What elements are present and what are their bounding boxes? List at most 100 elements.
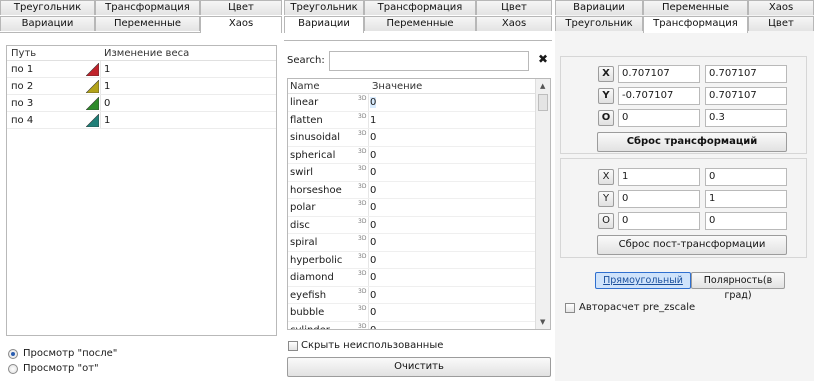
transform-o2-field[interactable]: 0.3	[705, 109, 787, 127]
variation-value[interactable]: 0	[370, 202, 376, 213]
post-o2-field[interactable]: 0	[705, 212, 787, 230]
variation-value[interactable]: 0	[370, 255, 376, 266]
column-divider	[368, 216, 369, 233]
tab-xaos[interactable]: Xaos	[200, 16, 282, 33]
transform-x1-field[interactable]: 0.707107	[618, 65, 700, 83]
post-o1-field[interactable]: 0	[618, 212, 700, 230]
search-input[interactable]	[329, 51, 529, 71]
table-row[interactable]: sinusoidal 3D 0	[288, 129, 550, 147]
tab-transform[interactable]: Трансформация	[364, 0, 476, 15]
table-row[interactable]: cylinder 3D 0	[288, 321, 550, 330]
row-weight[interactable]: 1	[104, 81, 110, 92]
variation-value[interactable]: 0	[370, 220, 376, 231]
tab-transform[interactable]: Трансформация	[95, 0, 200, 15]
scroll-thumb[interactable]	[538, 94, 548, 111]
table-row[interactable]: swirl 3D 0	[288, 164, 550, 182]
radio-view-from[interactable]: Просмотр "от"	[8, 363, 158, 375]
post-o-button[interactable]: O	[598, 213, 614, 229]
column-divider	[368, 111, 369, 128]
variations-table: Name Значение linear 3D 0 flatten 3D 1 sinusoi…	[287, 78, 551, 330]
y-button[interactable]: Y	[598, 88, 614, 104]
tab-xaos[interactable]: Xaos	[748, 0, 814, 15]
scroll-down-icon[interactable]: ▼	[540, 318, 545, 326]
post-y2-field[interactable]: 1	[705, 190, 787, 208]
radio-view-after[interactable]: Просмотр "после"	[8, 348, 158, 360]
row-weight[interactable]: 1	[104, 64, 110, 75]
post-x1-field[interactable]: 1	[618, 168, 700, 186]
clear-search-icon[interactable]: ✖	[537, 52, 549, 66]
post-x2-field[interactable]: 0	[705, 168, 787, 186]
table-row[interactable]: bubble 3D 0	[288, 304, 550, 322]
table-row[interactable]: по 4 1	[7, 112, 276, 129]
post-y-button[interactable]: Y	[598, 191, 614, 207]
variations-rows: linear 3D 0 flatten 3D 1 sinusoidal 3D 0 spherica…	[288, 94, 550, 330]
tab-variables[interactable]: Переменные	[364, 16, 476, 31]
tab-variations[interactable]: Вариации	[0, 16, 95, 31]
reset-transform-button[interactable]: Сброс трансформаций	[597, 132, 787, 152]
transform-y2-field[interactable]: 0.707107	[705, 87, 787, 105]
col-path: Путь	[11, 48, 37, 59]
clear-button[interactable]: Очистить	[287, 357, 551, 377]
tab-variations[interactable]: Вариации	[555, 0, 643, 15]
column-divider	[368, 94, 369, 111]
reset-post-transform-button[interactable]: Сброс пост-трансформации	[597, 235, 787, 255]
3d-badge: 3D	[358, 165, 367, 172]
tab-color[interactable]: Цвет	[200, 0, 282, 15]
hide-unused-checkbox[interactable]	[288, 341, 298, 351]
table-row[interactable]: hyperbolic 3D 0	[288, 251, 550, 269]
tab-color[interactable]: Цвет	[476, 0, 552, 15]
tab-row-top: Треугольник Трансформация Цвет	[284, 0, 552, 15]
transform-y1-field[interactable]: -0.707107	[618, 87, 700, 105]
transform-x2-field[interactable]: 0.707107	[705, 65, 787, 83]
table-row[interactable]: eyefish 3D 0	[288, 286, 550, 304]
variation-value[interactable]: 0	[370, 325, 376, 330]
post-y1-field[interactable]: 0	[618, 190, 700, 208]
table-row[interactable]: disc 3D 0	[288, 216, 550, 234]
o-button[interactable]: O	[598, 110, 614, 126]
variation-value[interactable]: 0	[370, 150, 376, 161]
table-row[interactable]: flatten 3D 1	[288, 111, 550, 129]
polar-mode-button[interactable]: Полярность(в град)	[691, 272, 785, 301]
variation-value[interactable]: 0	[370, 237, 376, 248]
variation-name: spiral	[290, 237, 318, 248]
auto-zscale-checkbox[interactable]	[565, 303, 575, 313]
scroll-up-icon[interactable]: ▲	[540, 82, 545, 90]
row-weight[interactable]: 0	[104, 98, 110, 109]
tab-triangle[interactable]: Треугольник	[555, 16, 643, 31]
table-row[interactable]: horseshoe 3D 0	[288, 181, 550, 199]
table-row[interactable]: по 2 1	[7, 78, 276, 95]
table-row[interactable]: по 3 0	[7, 95, 276, 112]
table-row[interactable]: spiral 3D 0	[288, 234, 550, 252]
variation-value[interactable]: 0	[370, 167, 376, 178]
row-path: по 1	[11, 64, 34, 75]
column-divider	[368, 286, 369, 303]
table-row[interactable]: polar 3D 0	[288, 199, 550, 217]
post-x-button[interactable]: X	[598, 169, 614, 185]
table-row[interactable]: spherical 3D 0	[288, 146, 550, 164]
variation-name: spherical	[290, 149, 336, 161]
x-button[interactable]: X	[598, 66, 614, 82]
table-row[interactable]: diamond 3D 0	[288, 269, 550, 287]
scrollbar[interactable]: ▲ ▼	[535, 79, 550, 329]
variation-value[interactable]: 0	[370, 97, 377, 108]
variation-value[interactable]: 0	[370, 307, 376, 318]
tab-triangle[interactable]: Треугольник	[284, 0, 364, 15]
rectangular-mode-button[interactable]: Прямоугольный	[595, 272, 691, 289]
table-row[interactable]: по 1 1	[7, 61, 276, 78]
tab-variables[interactable]: Переменные	[95, 16, 200, 31]
table-row[interactable]: linear 3D 0	[288, 94, 550, 112]
tab-variations[interactable]: Вариации	[284, 16, 364, 33]
row-weight[interactable]: 1	[104, 115, 110, 126]
3d-badge: 3D	[358, 217, 367, 225]
tab-triangle[interactable]: Треугольник	[0, 0, 95, 15]
tab-color[interactable]: Цвет	[748, 16, 814, 31]
variation-value[interactable]: 0	[370, 290, 376, 301]
tab-xaos[interactable]: Xaos	[476, 16, 552, 31]
tab-transform[interactable]: Трансформация	[643, 16, 748, 33]
variation-value[interactable]: 0	[370, 185, 376, 196]
variation-value[interactable]: 0	[370, 272, 376, 283]
tab-variables[interactable]: Переменные	[643, 0, 748, 15]
variation-value[interactable]: 0	[370, 132, 376, 143]
variation-value[interactable]: 1	[370, 115, 376, 126]
transform-o1-field[interactable]: 0	[618, 109, 700, 127]
